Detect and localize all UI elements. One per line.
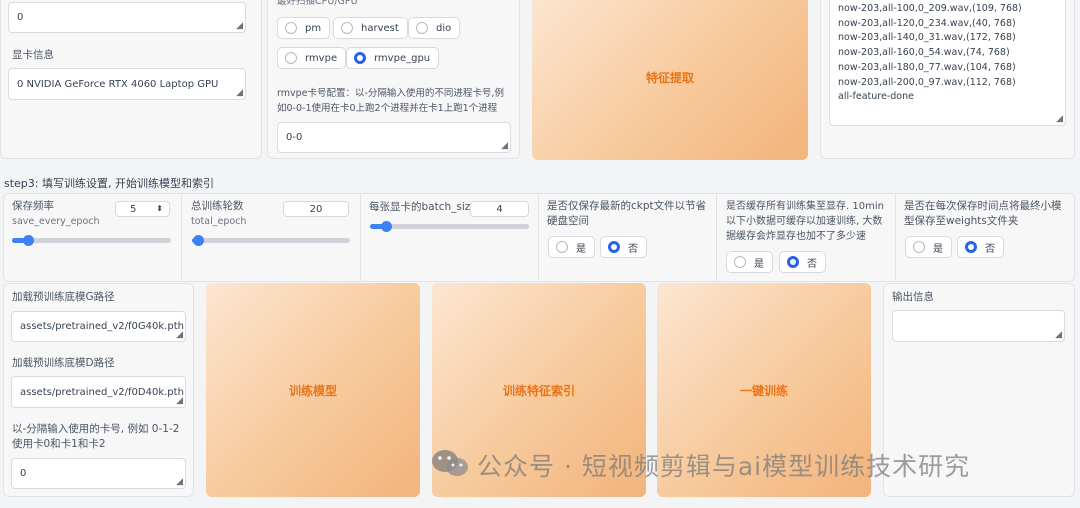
save-small-model-label: 是否在每次保存时间点将最终小模型保存至weights文件夹 — [904, 200, 1062, 227]
radio-rmvpe[interactable]: rmvpe — [277, 47, 347, 69]
divider — [538, 194, 539, 281]
log-line: all-feature-done — [838, 91, 914, 103]
save-freq-label: 保存频率 — [12, 200, 54, 212]
log-line: now-203,all-180,0_77.wav,(104, 768) — [838, 61, 1016, 73]
radio-dot-selected-icon — [608, 241, 620, 253]
resize-handle-icon[interactable]: ◢ — [236, 89, 243, 98]
radio-dot-selected-icon — [965, 241, 977, 253]
resize-handle-icon[interactable]: ◢ — [236, 22, 243, 31]
radio-dot-icon — [341, 22, 353, 34]
resize-handle-icon[interactable]: ◢ — [176, 331, 183, 340]
radio-harvest[interactable]: harvest — [333, 17, 408, 39]
resize-handle-icon[interactable]: ◢ — [1055, 331, 1062, 340]
slider-thumb[interactable] — [381, 221, 392, 232]
divider — [181, 194, 182, 281]
feature-extract-button[interactable]: 特征提取 — [532, 0, 808, 160]
latest-ckpt-label: 是否仅保存最新的ckpt文件以节省硬盘空间 — [547, 200, 707, 227]
cache-gpu-yes[interactable]: 是 — [726, 251, 773, 273]
divider — [716, 194, 717, 281]
log-line: now-203,all-120,0_234.wav,(40, 768) — [838, 17, 1016, 29]
save-small-no[interactable]: 否 — [957, 236, 1004, 258]
slider-thumb[interactable] — [23, 235, 34, 246]
wechat-icon — [430, 448, 470, 480]
radio-dot-icon — [285, 52, 297, 64]
save-freq-number[interactable]: 5 ⬍ — [115, 201, 170, 217]
total-epoch-number[interactable]: 20 — [283, 201, 349, 217]
batch-size-label: 每张显卡的batch_size — [369, 201, 477, 213]
gpu-info-label: 显卡信息 — [12, 49, 54, 61]
divider — [895, 194, 896, 281]
radio-dio[interactable]: dio — [408, 17, 461, 39]
train-model-button[interactable]: 训练模型 — [206, 283, 420, 497]
radio-dot-icon — [556, 241, 568, 253]
gpu-info-field[interactable]: 0 NVIDIA GeForce RTX 4060 Laptop GPU ◢ — [8, 68, 246, 100]
radio-dot-icon — [913, 241, 925, 253]
log-line: now-203,all-200,0_97.wav,(112, 768) — [838, 76, 1016, 88]
gpus-label: 以-分隔输入使用的卡号, 例如 0-1-2 使用卡0和卡1和卡2 — [12, 423, 180, 450]
g-path-input[interactable]: assets/pretrained_v2/f0G40k.pth ◢ — [11, 311, 186, 342]
total-epoch-sublabel: total_epoch — [191, 216, 247, 227]
process-count-input[interactable]: 0 ◢ — [8, 2, 246, 33]
radio-dot-icon — [285, 22, 297, 34]
save-freq-sublabel: save_every_epoch — [12, 216, 100, 227]
resize-handle-icon[interactable]: ◢ — [176, 478, 183, 487]
gpus-input[interactable]: 0 ◢ — [11, 458, 186, 489]
d-path-label: 加载预训练底模D路径 — [12, 357, 115, 369]
rmvpe-gpu-input[interactable]: 0-0 ◢ — [277, 122, 511, 153]
watermark-text: 公众号 · 短视频剪辑与ai模型训练技术研究 — [477, 452, 971, 481]
radio-dot-icon — [734, 256, 746, 268]
radio-dot-icon — [416, 22, 428, 34]
cache-gpu-no[interactable]: 否 — [779, 251, 826, 273]
slider-thumb[interactable] — [193, 235, 204, 246]
output-label: 输出信息 — [892, 291, 934, 303]
log-line: now-203,all-100,0_209.wav,(109, 768) — [838, 3, 1022, 14]
latest-ckpt-no[interactable]: 否 — [600, 236, 647, 258]
cache-gpu-label: 是否缓存所有训练集至显存. 10min以下小数据可缓存以加速训练, 大数据缓存会… — [726, 201, 884, 242]
d-path-input[interactable]: assets/pretrained_v2/f0D40k.pth ◢ — [11, 376, 186, 408]
f0-method-label: 最好扫描CPU/GPU — [277, 0, 358, 7]
save-freq-slider[interactable] — [12, 235, 171, 246]
rmvpe-gpu-label: rmvpe卡号配置：以-分隔输入使用的不同进程卡号,例如0-0-1使用在卡0上跑… — [277, 88, 504, 114]
log-line: now-203,all-140,0_31.wav,(172, 768) — [838, 32, 1016, 44]
resize-handle-icon[interactable]: ◢ — [1056, 115, 1063, 124]
step3-title: step3: 填写训练设置, 开始训练模型和索引 — [4, 177, 214, 190]
radio-dot-selected-icon — [787, 256, 799, 268]
total-epoch-label: 总训练轮数 — [191, 200, 244, 212]
total-epoch-slider[interactable] — [192, 235, 350, 246]
batch-size-slider[interactable] — [370, 221, 529, 232]
resize-handle-icon[interactable]: ◢ — [501, 142, 508, 151]
resize-handle-icon[interactable]: ◢ — [176, 397, 183, 406]
divider — [360, 194, 361, 281]
radio-pm[interactable]: pm — [277, 17, 331, 39]
radio-dot-selected-icon — [354, 52, 366, 64]
log-output[interactable]: now-203,all-100,0_209.wav,(109, 768) now… — [829, 0, 1066, 126]
log-line: now-203,all-160,0_54.wav,(74, 768) — [838, 47, 1010, 59]
radio-rmvpe-gpu[interactable]: rmvpe_gpu — [346, 47, 440, 69]
batch-size-number[interactable]: 4 — [470, 201, 529, 217]
output-field[interactable]: ◢ — [892, 310, 1065, 342]
stepper-icon[interactable]: ⬍ — [156, 205, 163, 213]
save-small-yes[interactable]: 是 — [905, 236, 952, 258]
g-path-label: 加载预训练底模G路径 — [12, 291, 115, 303]
latest-ckpt-yes[interactable]: 是 — [548, 236, 595, 258]
